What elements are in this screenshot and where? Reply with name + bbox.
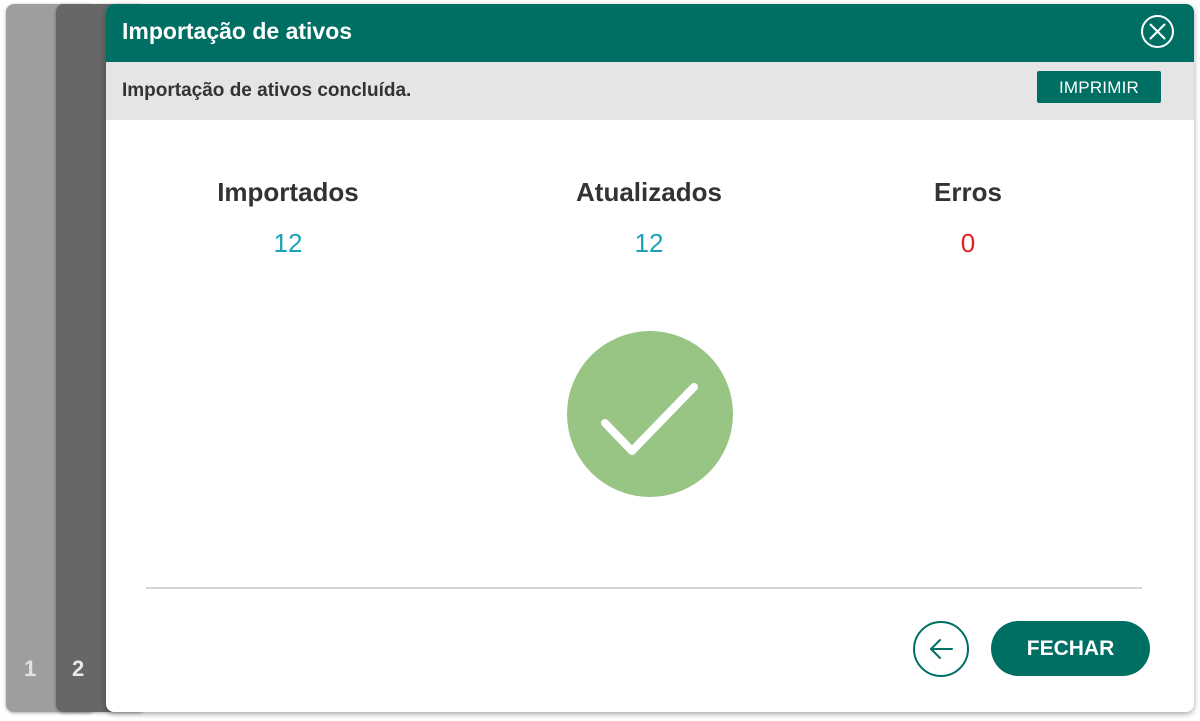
dialog-header: Importação de ativos <box>106 4 1194 62</box>
close-icon[interactable] <box>1141 15 1174 48</box>
stat-value: 0 <box>960 228 976 258</box>
status-message: Importação de ativos concluída. <box>122 80 412 101</box>
status-bar: Importação de ativos concluída. IMPRIMIR <box>106 62 1194 120</box>
arrow-left-icon[interactable] <box>913 621 969 677</box>
import-dialog: Importação de ativos Importação de ativo… <box>106 4 1194 712</box>
stat-importados: Importados 12 <box>168 177 408 259</box>
stage: 1 2 Importação de ativos Importação de a… <box>0 0 1200 721</box>
dialog-title: Importação de ativos <box>122 18 353 44</box>
close-button[interactable]: FECHAR <box>991 621 1150 676</box>
footer-divider <box>146 587 1142 589</box>
stat-erros: Erros 0 <box>848 177 1088 259</box>
checkmark-success-icon <box>567 331 733 497</box>
step-number: 2 <box>72 656 85 681</box>
stat-label: Atualizados <box>576 177 722 207</box>
stat-value: 12 <box>634 228 664 258</box>
stat-value: 12 <box>273 228 303 258</box>
step-number: 1 <box>24 656 37 681</box>
stat-atualizados: Atualizados 12 <box>529 177 769 259</box>
stat-label: Erros <box>934 177 1002 207</box>
stat-label: Importados <box>217 177 359 207</box>
print-button[interactable]: IMPRIMIR <box>1037 71 1161 103</box>
